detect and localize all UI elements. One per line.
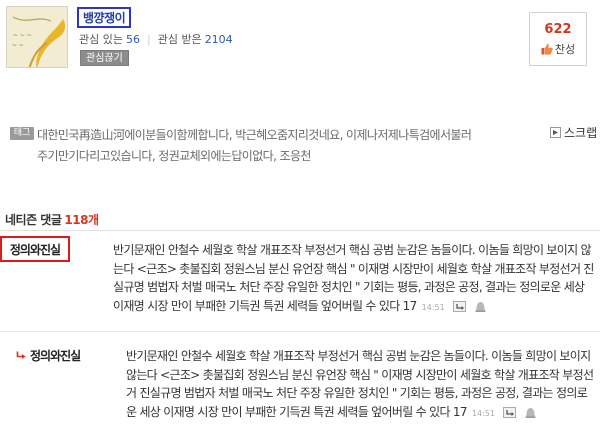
vote-count: 622: [544, 22, 572, 37]
comment-author-highlight[interactable]: 정의와진실: [0, 236, 70, 262]
interest-count[interactable]: 56: [126, 33, 140, 46]
comment-author[interactable]: 정의와진실: [10, 241, 61, 258]
reply-arrow-icon: [16, 351, 26, 359]
nickname-highlight[interactable]: 뱅꺙쟁이: [77, 7, 132, 28]
avatar[interactable]: ~ ~ ~ ~ ~: [6, 6, 68, 68]
report-icon[interactable]: [525, 407, 536, 418]
nickname[interactable]: 뱅꺙쟁이: [83, 9, 126, 26]
tag-line-1[interactable]: 대한민국再造山河에이분들이함께합니다, 박근혜오줌지리것네요, 이제나저제나특검…: [37, 125, 537, 146]
vote-button[interactable]: 622 찬성: [529, 12, 587, 66]
comment-item: 정의와진실 반기문재인 안철수 세월호 학살 개표조작 부정선거 핵심 공범 눈…: [0, 233, 600, 329]
reply-button-icon: [506, 409, 515, 416]
comment-body: 반기문재인 안철수 세월호 학살 개표조작 부정선거 핵심 공범 눈감은 놈들이…: [113, 241, 595, 317]
comments-header: 네티즌 댓글 118개: [5, 211, 99, 228]
comment-author[interactable]: 정의와진실: [30, 347, 81, 364]
vote-row: 찬성: [530, 41, 586, 57]
tag-area: 태그 대한민국再造山河에이분들이함께합니다, 박근혜오줌지리것네요, 이제나저제…: [10, 124, 600, 169]
unfollow-button[interactable]: 관심끊기: [80, 50, 129, 66]
reply-button-icon: [456, 303, 464, 310]
profile-card: ~ ~ ~ ~ ~ 뱅꺙쟁이 관심 있는 56 | 관심 받은 2104 관심끊…: [0, 0, 600, 80]
stats-divider: |: [146, 32, 151, 46]
comment-text: 반기문재인 안철수 세월호 학살 개표조작 부정선거 핵심 공범 눈감은 놈들이…: [126, 349, 594, 419]
vote-label: 찬성: [554, 43, 576, 56]
interested-label: 관심 받은: [157, 33, 202, 46]
tag-badge: 태그: [10, 127, 34, 140]
reply-button[interactable]: [452, 300, 466, 312]
comments-header-label: 네티즌 댓글: [5, 213, 62, 227]
comment-time: 14:51: [421, 302, 445, 312]
comments-top-divider: [0, 230, 600, 231]
avatar-image: ~ ~ ~ ~ ~: [7, 7, 67, 67]
svg-text:~ ~ ~: ~ ~ ~: [13, 32, 32, 39]
follow-stats: 관심 있는 56 | 관심 받은 2104: [79, 31, 233, 47]
comment-text: 반기문재인 안철수 세월호 학살 개표조작 부정선거 핵심 공범 눈감은 놈들이…: [113, 243, 594, 313]
scrap-button[interactable]: 스크랩: [550, 124, 597, 141]
comment-reply-item: 정의와진실 반기문재인 안철수 세월호 학살 개표조작 부정선거 핵심 공범 눈…: [0, 339, 600, 430]
comments-count: 118개: [64, 213, 99, 227]
scrap-label: 스크랩: [564, 126, 598, 140]
reply-button[interactable]: [503, 406, 517, 418]
scrap-icon: [550, 127, 561, 138]
tag-line-2[interactable]: 주기만기다리고있습니다, 정권교체외에는답이없다, 조응천: [37, 146, 537, 167]
comment-time: 14:51: [471, 408, 495, 418]
reply-author-wrap: 정의와진실: [16, 347, 81, 364]
svg-text:~ ~: ~ ~: [12, 42, 24, 49]
report-icon[interactable]: [475, 301, 486, 312]
thumbs-up-icon: [541, 43, 553, 55]
interest-label: 관심 있는: [79, 33, 123, 46]
comment-divider: [0, 331, 600, 332]
interested-count[interactable]: 2104: [205, 33, 233, 46]
tag-list: 대한민국再造山河에이분들이함께합니다, 박근혜오줌지리것네요, 이제나저제나특검…: [37, 125, 537, 167]
comment-body: 반기문재인 안철수 세월호 학살 개표조작 부정선거 핵심 공범 눈감은 놈들이…: [126, 347, 596, 423]
